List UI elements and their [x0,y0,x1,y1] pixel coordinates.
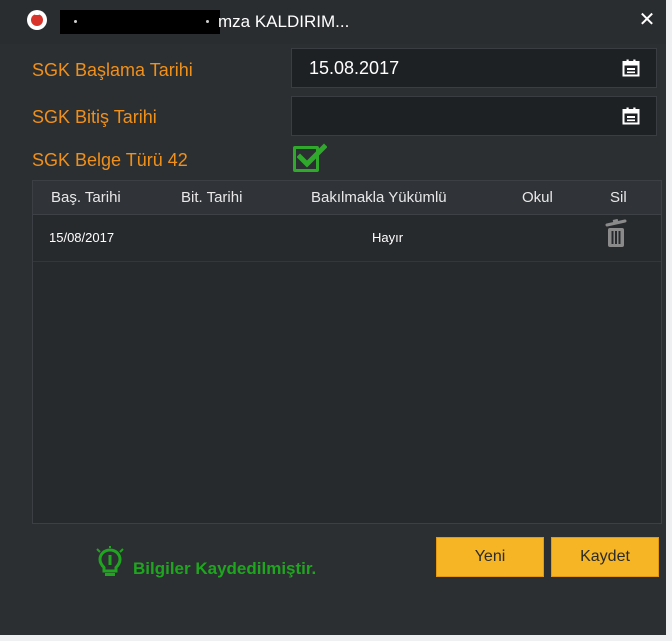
cell-start-date: 15/08/2017 [49,230,115,245]
start-date-label: SGK Başlama Tarihi [32,60,193,80]
lightbulb-icon [96,546,124,576]
dialog-window: mza KALDIRIM... ✕ SGK Başlama Tarihi 15.… [0,0,672,641]
doc-type-label: SGK Belge Türü 42 [32,150,188,170]
trash-icon[interactable] [605,219,627,249]
end-date-label: SGK Bitiş Tarihi [32,107,157,127]
calendar-icon[interactable] [622,107,640,125]
calendar-icon[interactable] [622,59,640,77]
status-text: Bilgiler Kaydedilmiştir. [133,559,317,578]
title-bar: mza KALDIRIM... ✕ [0,0,666,44]
cell-dependent: Hayır [372,230,404,245]
save-button[interactable]: Kaydet [551,537,659,577]
redacted-title-area [60,10,220,34]
column-header-end[interactable]: Bit. Tarihi [181,189,242,207]
end-date-field[interactable] [291,96,657,136]
start-date-field[interactable]: 15.08.2017 [291,48,657,88]
table-header: Baş. Tarihi Bit. Tarihi Bakılmakla Yüküm… [33,181,661,215]
redaction-speck [206,20,209,23]
redaction-speck [74,20,77,23]
window-title: mza KALDIRIM... [218,12,350,31]
column-header-delete[interactable]: Sil [610,189,627,207]
close-icon[interactable]: ✕ [636,9,658,31]
start-date-value: 15.08.2017 [309,58,400,78]
records-table: Baş. Tarihi Bit. Tarihi Bakılmakla Yüküm… [32,180,662,524]
column-header-school[interactable]: Okul [522,189,553,207]
app-icon [27,10,47,30]
column-header-start[interactable]: Baş. Tarihi [51,189,121,207]
column-header-dependent[interactable]: Bakılmakla Yükümlü [311,189,447,207]
doc-type-checkbox[interactable] [293,143,327,172]
table-row[interactable]: 15/08/2017 Hayır [33,215,661,262]
checkmark-icon [297,143,327,168]
new-button[interactable]: Yeni [436,537,544,577]
